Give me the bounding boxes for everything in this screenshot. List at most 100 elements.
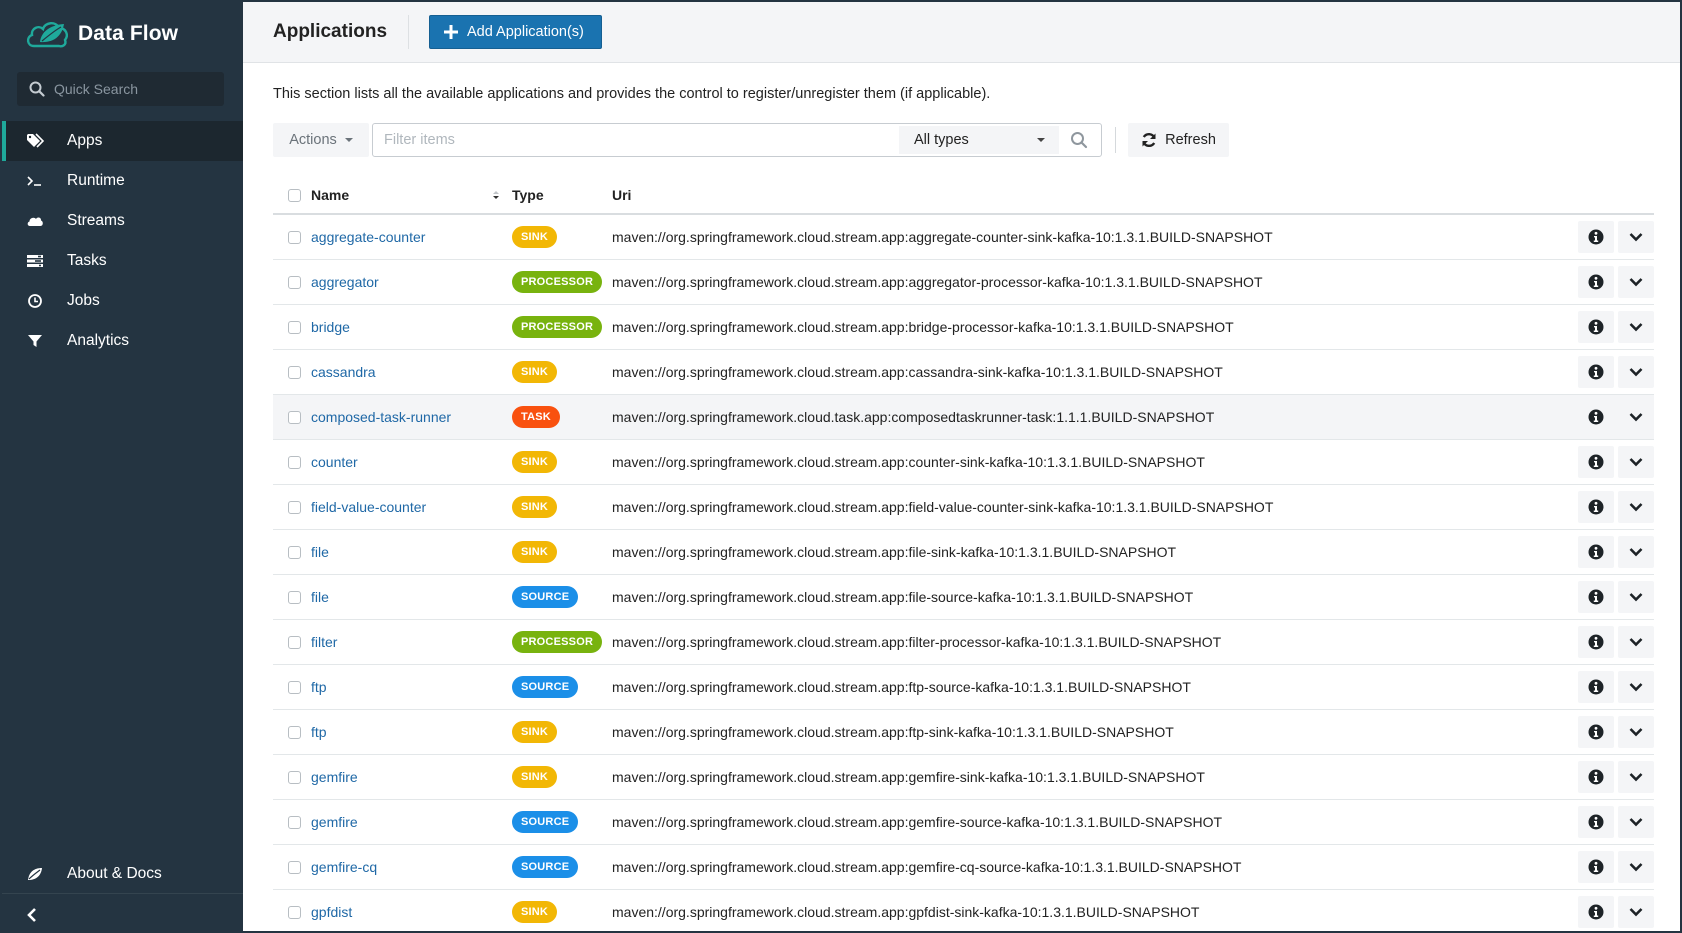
add-applications-button[interactable]: Add Application(s) xyxy=(429,15,602,49)
toolbar: Actions All types xyxy=(273,123,1229,157)
type-select[interactable]: All types xyxy=(899,126,1059,154)
expand-row-button[interactable] xyxy=(1618,311,1654,343)
row-checkbox[interactable] xyxy=(288,500,301,514)
app-name-link[interactable]: ftp xyxy=(311,724,327,740)
expand-row-button[interactable] xyxy=(1618,806,1654,838)
sidebar-item-jobs[interactable]: Jobs xyxy=(2,281,243,321)
app-name-link[interactable]: gpfdist xyxy=(311,904,352,920)
quick-search[interactable] xyxy=(17,72,224,106)
app-name-link[interactable]: gemfire xyxy=(311,814,358,830)
details-button[interactable] xyxy=(1578,266,1614,298)
type-badge: PROCESSOR xyxy=(512,271,603,293)
row-checkbox[interactable] xyxy=(288,860,301,874)
details-button[interactable] xyxy=(1578,806,1614,838)
sidebar-item-runtime[interactable]: Runtime xyxy=(2,161,243,201)
row-checkbox[interactable] xyxy=(288,770,301,784)
row-checkbox[interactable] xyxy=(288,455,301,469)
expand-row-button[interactable] xyxy=(1618,401,1654,433)
app-name-link[interactable]: aggregate-counter xyxy=(311,229,425,245)
details-button[interactable] xyxy=(1578,536,1614,568)
app-name-link[interactable]: bridge xyxy=(311,319,350,335)
expand-row-button[interactable] xyxy=(1618,851,1654,883)
chevron-down-icon xyxy=(1629,458,1643,467)
details-button[interactable] xyxy=(1578,311,1614,343)
sidebar-item-streams[interactable]: Streams xyxy=(2,201,243,241)
sidebar-item-label: Analytics xyxy=(67,332,130,349)
brand[interactable]: Data Flow xyxy=(24,16,178,52)
expand-row-button[interactable] xyxy=(1618,356,1654,388)
details-button[interactable] xyxy=(1578,446,1614,478)
table-header: Name Type Uri xyxy=(273,177,1654,215)
row-checkbox[interactable] xyxy=(288,815,301,829)
app-name-link[interactable]: aggregator xyxy=(311,274,379,290)
chevron-down-icon xyxy=(1629,818,1643,827)
table-row: ftp SINK maven://org.springframework.clo… xyxy=(273,710,1654,755)
expand-row-button[interactable] xyxy=(1618,896,1654,928)
row-checkbox[interactable] xyxy=(288,365,301,379)
chevron-down-icon xyxy=(1629,683,1643,692)
details-button[interactable] xyxy=(1578,716,1614,748)
add-applications-label: Add Application(s) xyxy=(467,24,584,40)
details-button[interactable] xyxy=(1578,221,1614,253)
row-checkbox[interactable] xyxy=(288,905,301,919)
app-name-link[interactable]: field-value-counter xyxy=(311,499,426,515)
row-checkbox[interactable] xyxy=(288,410,301,424)
expand-row-button[interactable] xyxy=(1618,581,1654,613)
column-header-type: Type xyxy=(512,187,544,203)
refresh-button[interactable]: Refresh xyxy=(1128,123,1229,157)
quick-search-input[interactable] xyxy=(54,81,214,97)
select-all-checkbox[interactable] xyxy=(288,188,301,202)
details-button[interactable] xyxy=(1578,626,1614,658)
app-name-link[interactable]: gemfire xyxy=(311,769,358,785)
details-button[interactable] xyxy=(1578,761,1614,793)
collapse-sidebar-button[interactable] xyxy=(26,903,46,927)
expand-row-button[interactable] xyxy=(1618,761,1654,793)
sidebar-item-tasks[interactable]: Tasks xyxy=(2,241,243,281)
search-button[interactable] xyxy=(1059,126,1099,154)
type-select-value: All types xyxy=(914,132,969,148)
app-name-link[interactable]: gemfire-cq xyxy=(311,859,377,875)
app-name-link[interactable]: ftp xyxy=(311,679,327,695)
expand-row-button[interactable] xyxy=(1618,446,1654,478)
sidebar-item-analytics[interactable]: Analytics xyxy=(2,321,243,361)
row-checkbox[interactable] xyxy=(288,230,301,244)
row-checkbox[interactable] xyxy=(288,680,301,694)
row-checkbox[interactable] xyxy=(288,590,301,604)
details-button[interactable] xyxy=(1578,851,1614,883)
expand-row-button[interactable] xyxy=(1618,716,1654,748)
app-name-link[interactable]: filter xyxy=(311,634,337,650)
expand-row-button[interactable] xyxy=(1618,536,1654,568)
expand-row-button[interactable] xyxy=(1618,626,1654,658)
details-button[interactable] xyxy=(1578,401,1614,433)
row-checkbox[interactable] xyxy=(288,545,301,559)
type-badge: SINK xyxy=(512,766,558,788)
sidebar-item-apps[interactable]: Apps xyxy=(2,121,243,161)
row-checkbox[interactable] xyxy=(288,320,301,334)
details-button[interactable] xyxy=(1578,491,1614,523)
details-button[interactable] xyxy=(1578,581,1614,613)
details-button[interactable] xyxy=(1578,356,1614,388)
row-checkbox[interactable] xyxy=(288,275,301,289)
row-checkbox[interactable] xyxy=(288,635,301,649)
details-button[interactable] xyxy=(1578,671,1614,703)
type-badge: SOURCE xyxy=(512,586,579,608)
app-name-link[interactable]: counter xyxy=(311,454,358,470)
app-name-link[interactable]: file xyxy=(311,544,329,560)
expand-row-button[interactable] xyxy=(1618,266,1654,298)
row-checkbox[interactable] xyxy=(288,725,301,739)
info-icon xyxy=(1588,724,1604,740)
app-window: Data Flow Apps Runtime xyxy=(0,0,1682,933)
app-name-link[interactable]: composed-task-runner xyxy=(311,409,451,425)
actions-dropdown[interactable]: Actions xyxy=(273,123,369,157)
filter-input[interactable] xyxy=(375,126,899,154)
expand-row-button[interactable] xyxy=(1618,491,1654,523)
table-row: cassandra SINK maven://org.springframewo… xyxy=(273,350,1654,395)
sidebar-item-label: Apps xyxy=(67,132,103,149)
details-button[interactable] xyxy=(1578,896,1614,928)
app-name-link[interactable]: cassandra xyxy=(311,364,376,380)
sidebar-item-about-docs[interactable]: About & Docs xyxy=(2,854,243,894)
app-name-link[interactable]: file xyxy=(311,589,329,605)
expand-row-button[interactable] xyxy=(1618,671,1654,703)
column-header-name[interactable]: Name xyxy=(311,187,512,203)
expand-row-button[interactable] xyxy=(1618,221,1654,253)
